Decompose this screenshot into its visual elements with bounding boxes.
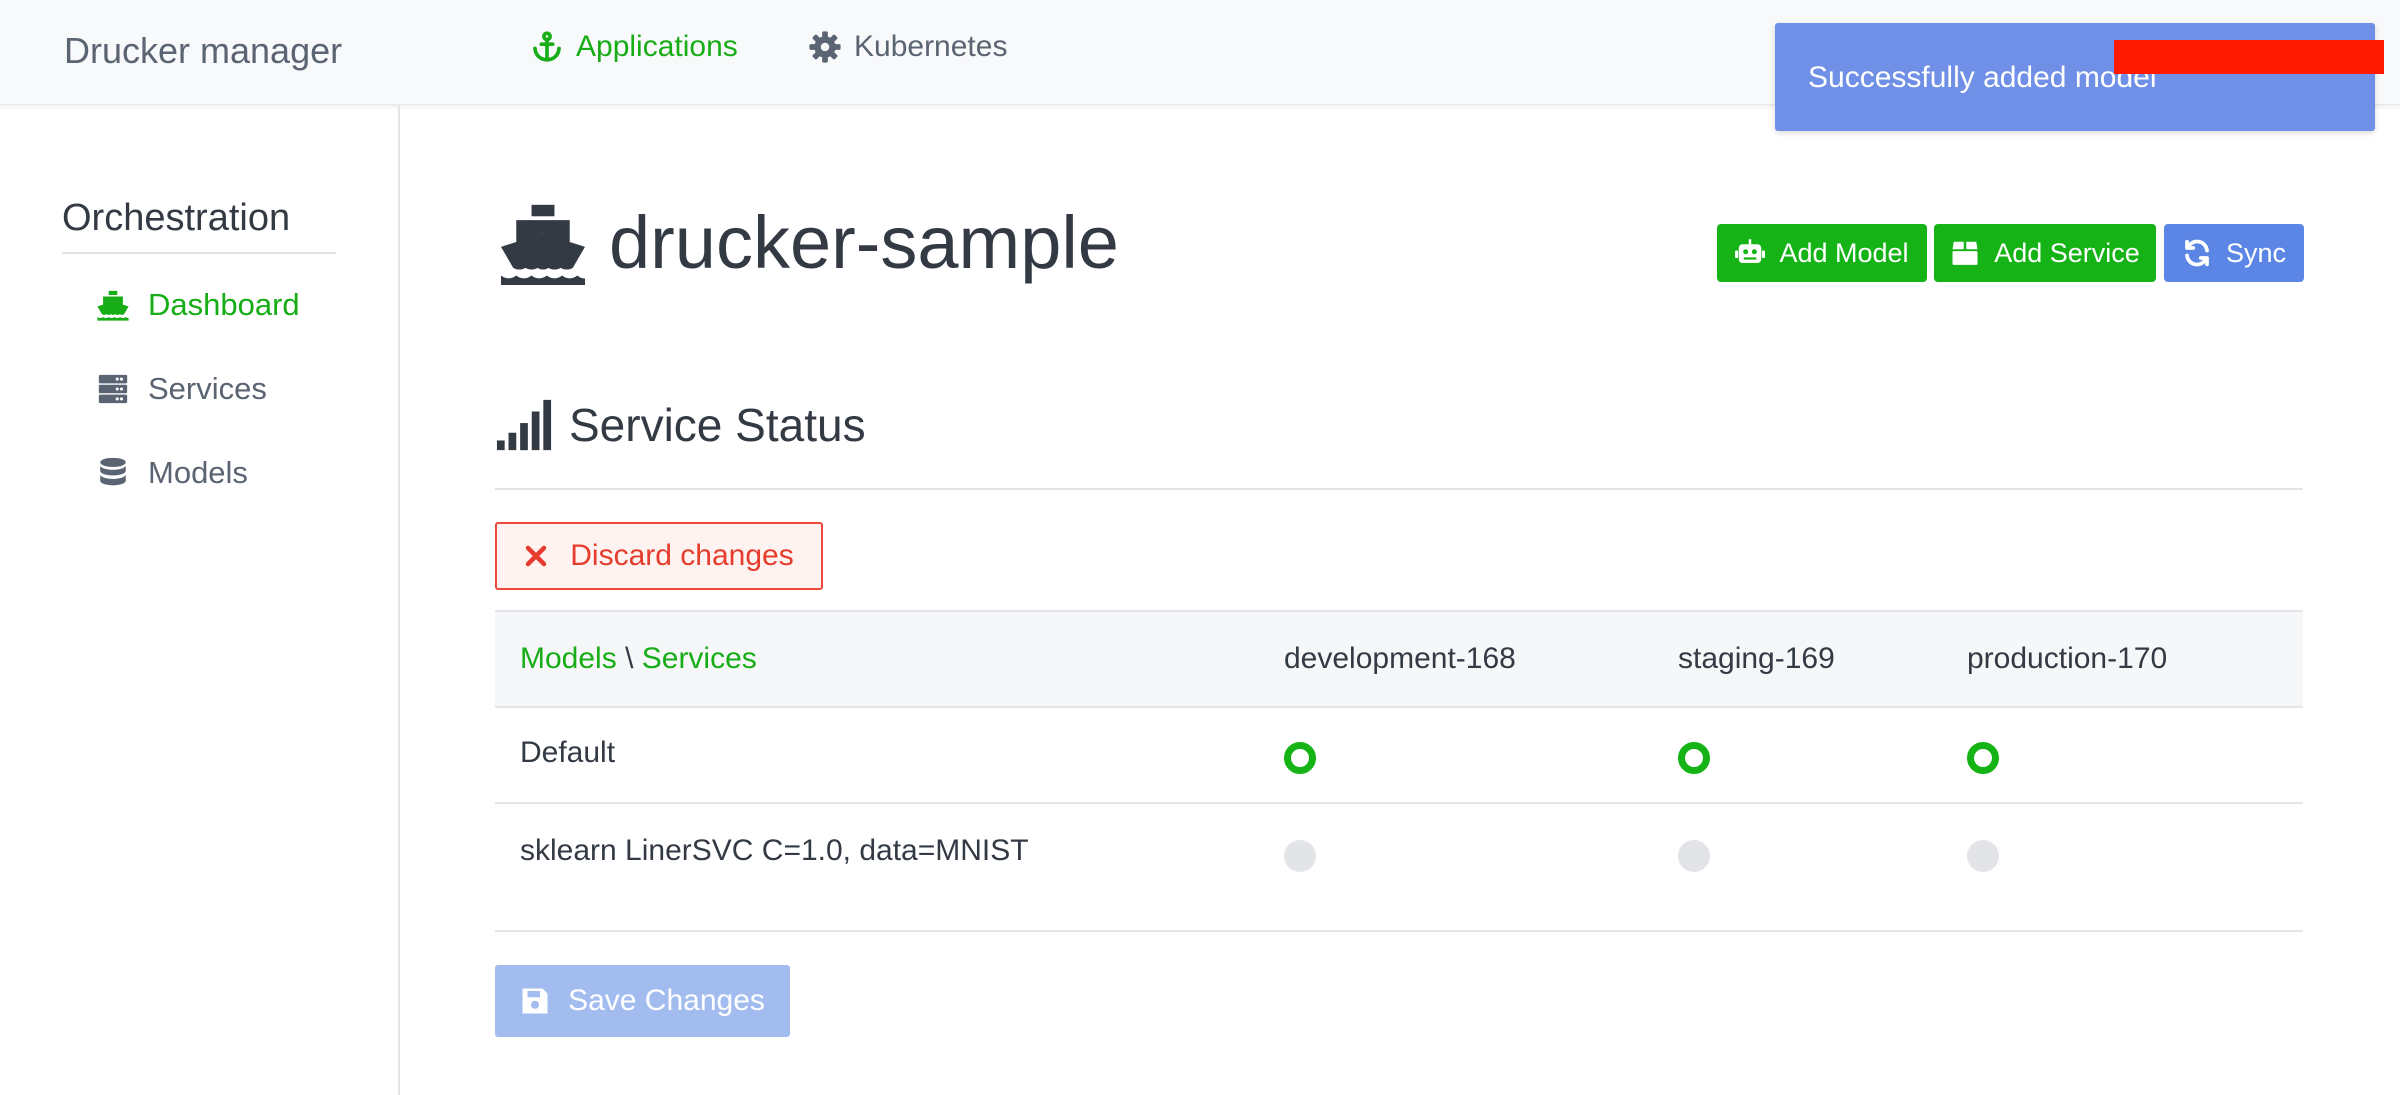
discard-changes-button[interactable]: Discard changes: [495, 522, 823, 590]
model-name: Default: [520, 736, 616, 769]
column-header: production-170: [1967, 642, 2168, 675]
signal-icon: [496, 399, 552, 451]
toast-message: Successfully added model: [1808, 61, 2157, 94]
model-name: sklearn LinerSVC C=1.0, data=MNIST: [520, 834, 1029, 867]
ship-icon: [501, 204, 585, 285]
sidebar-item-dashboard[interactable]: Dashboard: [96, 287, 300, 323]
section-title: Service Status: [569, 399, 866, 451]
sidebar-item-models[interactable]: Models: [96, 455, 248, 491]
ship-icon: [97, 290, 129, 321]
redaction-bar: [2114, 40, 2384, 74]
sync-button[interactable]: Sync: [2164, 224, 2304, 282]
brand-title[interactable]: Drucker manager: [64, 30, 342, 72]
sync-label: Sync: [2225, 237, 2287, 268]
column-header: development-168: [1284, 642, 1516, 675]
sidebar: Orchestration Dashboard Services Models: [0, 105, 400, 1095]
anchor-icon: [533, 31, 561, 62]
add-service-label: Add Service: [1994, 237, 2140, 268]
nav-kubernetes-label: Kubernetes: [854, 30, 1008, 63]
header-separator: \: [625, 642, 634, 675]
sidebar-divider: [62, 252, 336, 254]
page-title: drucker-sample: [609, 201, 1119, 284]
save-changes-button[interactable]: Save Changes: [495, 965, 790, 1037]
page-header: drucker-sample: [495, 200, 1119, 285]
table-row: Default: [495, 706, 2303, 804]
section-header: Service Status: [495, 398, 866, 452]
box-icon: [1952, 241, 1978, 265]
nav-kubernetes[interactable]: Kubernetes: [808, 30, 1007, 64]
deploy-radio[interactable]: [1967, 840, 1999, 872]
add-model-button[interactable]: Add Model: [1717, 224, 1927, 282]
sidebar-item-label: Services: [148, 371, 267, 406]
deploy-radio[interactable]: [1678, 840, 1710, 872]
server-icon: [98, 374, 128, 404]
sidebar-title: Orchestration: [62, 197, 291, 239]
close-icon: [526, 545, 547, 567]
deploy-radio[interactable]: [1967, 742, 1999, 774]
deploy-radio[interactable]: [1678, 742, 1710, 774]
refresh-icon: [2185, 239, 2209, 267]
sidebar-item-services[interactable]: Services: [96, 371, 267, 407]
gear-icon: [809, 31, 841, 63]
sidebar-item-label: Models: [148, 455, 248, 490]
deploy-radio[interactable]: [1284, 840, 1316, 872]
robot-icon: [1735, 239, 1766, 263]
sidebar-item-label: Dashboard: [148, 287, 300, 322]
services-header-link[interactable]: Services: [642, 642, 757, 675]
add-service-button[interactable]: Add Service: [1934, 224, 2156, 282]
column-header: staging-169: [1678, 642, 1835, 675]
save-icon: [522, 988, 548, 1014]
save-changes-label: Save Changes: [568, 984, 765, 1017]
table-header: Models \ Services development-168 stagin…: [495, 610, 2303, 708]
nav-applications-label: Applications: [576, 30, 738, 63]
section-divider: [495, 488, 2303, 490]
nav-applications[interactable]: Applications: [530, 30, 738, 64]
table-corner-header: Models \ Services: [520, 642, 757, 676]
discard-changes-label: Discard changes: [570, 539, 794, 572]
table-row: sklearn LinerSVC C=1.0, data=MNIST: [495, 804, 2303, 932]
database-icon: [100, 457, 126, 486]
add-model-label: Add Model: [1779, 237, 1909, 268]
models-header-link[interactable]: Models: [520, 642, 617, 675]
deploy-radio[interactable]: [1284, 742, 1316, 774]
